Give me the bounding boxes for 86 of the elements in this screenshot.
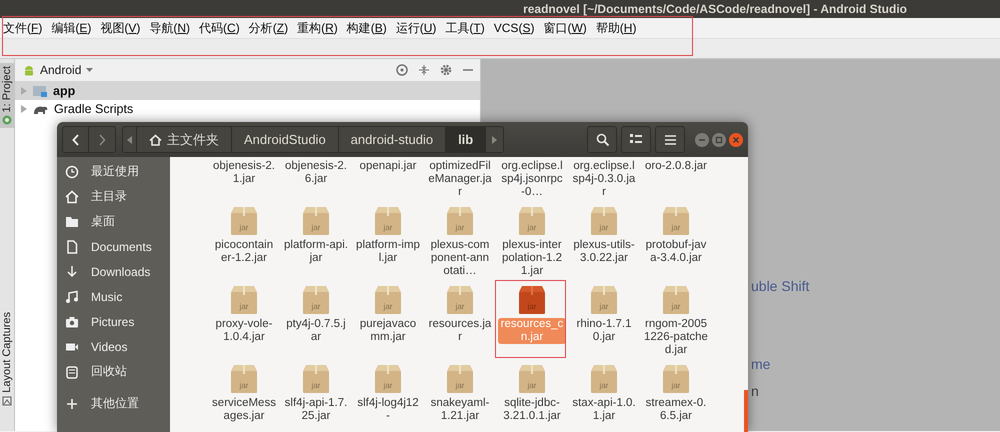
file-type-label: jar — [456, 302, 464, 311]
editor-hint-text: n — [751, 383, 760, 401]
window-title: readnovel [~/Documents/Code/ASCode/readnovel] - Android Studio — [523, 2, 907, 16]
sidebar-item[interactable]: Pictures — [57, 309, 170, 334]
sidebar-item[interactable]: 桌面 — [57, 209, 170, 234]
menu-item[interactable]: 工具(T) — [444, 18, 486, 38]
sidebar-item[interactable]: Music — [57, 284, 170, 309]
file-name[interactable]: optimizedFileManager.jar — [426, 160, 494, 199]
tree-row[interactable]: Gradle Scripts — [15, 100, 480, 118]
sidebar-item[interactable]: 主目录 — [57, 184, 170, 209]
file-type-label: jar — [672, 223, 680, 232]
file-type-label: jar — [240, 223, 248, 232]
file-name[interactable]: snakeyaml-1.21.jar — [426, 397, 494, 423]
file-type-label: jar — [672, 302, 680, 311]
file-name[interactable]: platform-impl.jar — [354, 239, 422, 265]
file-type-label: jar — [528, 223, 536, 232]
menu-item[interactable]: 编辑(E) — [50, 18, 92, 38]
file-type-label: jar — [528, 302, 536, 311]
file-name[interactable]: org.eclipse.lsp4j.jsonrpc-0… — [498, 160, 566, 199]
menu-item[interactable]: 帮助(H) — [594, 18, 638, 38]
path-crumb[interactable]: lib — [446, 126, 486, 153]
file-name[interactable]: slf4j-api-1.7.25.jar — [282, 397, 350, 423]
file-type-label: jar — [456, 381, 464, 390]
file-name[interactable]: resources.jar — [426, 318, 494, 344]
tree-row[interactable]: app — [15, 82, 480, 100]
file-name[interactable]: slf4j-log4j12- — [354, 397, 422, 423]
file-name[interactable]: openapi.jar — [354, 160, 422, 173]
file-name[interactable]: platform-api.jar — [282, 239, 350, 265]
file-type-label: jar — [600, 381, 608, 390]
menu-item[interactable]: VCS(S) — [492, 20, 536, 36]
file-type-label: jar — [312, 223, 320, 232]
file-name[interactable]: org.eclipse.lsp4j-0.3.0.jar — [570, 160, 638, 199]
path-crumb[interactable]: AndroidStudio — [232, 126, 339, 153]
menu-item[interactable]: 文件(F) — [2, 18, 44, 38]
sidebar-item[interactable]: Downloads — [57, 259, 170, 284]
path-crumb[interactable]: 主文件夹 — [137, 126, 232, 153]
sidebar-item[interactable]: 回收站 — [57, 359, 170, 384]
menu-item[interactable]: 运行(U) — [394, 18, 438, 38]
tool-window-tab[interactable]: 1: Project — [0, 63, 14, 128]
menu-item[interactable]: 导航(N) — [148, 18, 192, 38]
file-type-label: jar — [312, 381, 320, 390]
file-name[interactable]: objenesis-2.1.jar — [210, 160, 278, 186]
file-type-label: jar — [384, 302, 392, 311]
file-name[interactable]: rhino-1.7.10.jar — [570, 318, 638, 344]
file-name[interactable]: oro-2.0.8.jar — [642, 160, 710, 173]
file-name[interactable]: sqlite-jdbc-3.21.0.1.jar — [498, 397, 566, 423]
sidebar-item[interactable]: Videos — [57, 334, 170, 359]
file-name[interactable]: objenesis-2.6.jar — [282, 160, 350, 186]
file-name[interactable]: streamex-0.6.5.jar — [642, 397, 710, 423]
sidebar-item[interactable]: 最近使用 — [57, 159, 170, 184]
menu-item[interactable]: 分析(Z) — [248, 18, 290, 38]
menu-item[interactable]: 重构(R) — [296, 18, 339, 38]
file-type-label: jar — [240, 302, 248, 311]
file-name[interactable]: protobuf-java-3.4.0.jar — [642, 239, 710, 265]
menu-item[interactable]: 构建(B) — [346, 18, 388, 38]
sidebar-item[interactable]: Documents — [57, 234, 170, 259]
tree-label: Gradle Scripts — [54, 102, 134, 116]
file-type-label: jar — [672, 381, 680, 390]
file-type-label: jar — [456, 223, 464, 232]
file-name[interactable]: stax-api-1.0.1.jar — [570, 397, 638, 423]
file-type-label: jar — [240, 381, 248, 390]
file-name[interactable]: pty4j-0.7.5.jar — [282, 318, 350, 344]
file-type-label: jar — [600, 302, 608, 311]
tool-window-tab[interactable]: Layout Captures — [0, 309, 14, 409]
path-crumb[interactable]: android-studio — [338, 126, 446, 153]
menu-item[interactable]: 代码(C) — [198, 18, 241, 38]
project-view-dropdown[interactable]: Android — [23, 63, 94, 77]
file-name[interactable]: serviceMessages.jar — [210, 397, 278, 423]
tree-label: app — [53, 84, 76, 98]
sidebar-item[interactable]: 其他位置 — [57, 391, 170, 416]
file-type-label: jar — [384, 223, 392, 232]
editor-hint-text: uble Shift — [751, 278, 810, 296]
menu-item[interactable]: 视图(V) — [99, 18, 142, 38]
editor-hint-text: me — [751, 356, 772, 374]
file-type-label: jar — [528, 381, 536, 390]
file-name[interactable]: plexus-interpolation-1.21.jar — [498, 239, 566, 278]
file-name[interactable]: picocontainer-1.2.jar — [210, 239, 278, 265]
file-type-label: jar — [600, 223, 608, 232]
file-type-label: jar — [312, 302, 320, 311]
file-name[interactable]: plexus-utils-3.0.22.jar — [570, 239, 638, 265]
menu-item[interactable]: 窗口(W) — [542, 18, 588, 38]
file-name[interactable]: proxy-vole-1.0.4.jar — [210, 318, 278, 344]
file-name[interactable]: purejavacomm.jar — [354, 318, 422, 344]
file-name[interactable]: plexus-component-annotati… — [426, 239, 494, 278]
file-name[interactable]: rngom-20051226-patched.jar — [642, 318, 710, 357]
file-type-label: jar — [384, 381, 392, 390]
